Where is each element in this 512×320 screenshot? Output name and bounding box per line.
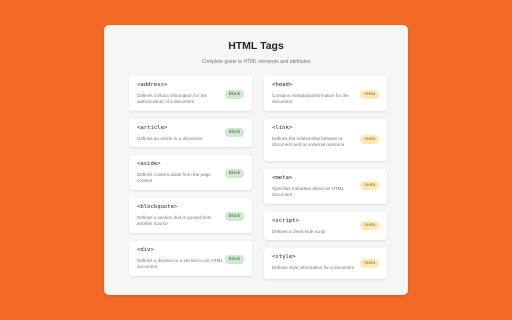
- tag-card-div[interactable]: <div> Defines a division or a section in…: [129, 241, 252, 276]
- tag-card-script[interactable]: <script> Defines a client-side script me…: [264, 212, 387, 240]
- tag-description: Defines a division or a section in an HT…: [137, 258, 223, 269]
- page-subtitle: Complete guide to HTML elements and attr…: [201, 59, 311, 65]
- tag-card-link[interactable]: <link> Defines the relationship between …: [264, 119, 387, 161]
- tag-description: Defines a client-side script: [272, 229, 326, 234]
- tag-description: Specifies metadata about an HTML documen…: [272, 186, 344, 197]
- tag-card-style[interactable]: <style> Defines style information for a …: [264, 248, 387, 279]
- tag-name: <address>: [137, 82, 168, 88]
- category-badge: block: [224, 128, 244, 137]
- page-title: HTML Tags: [228, 40, 284, 52]
- tag-name: <style>: [272, 254, 296, 260]
- tag-name: <div>: [137, 247, 154, 253]
- tag-card-meta[interactable]: <meta> Specifies metadata about an HTML …: [264, 169, 387, 204]
- category-badge: meta: [360, 90, 379, 99]
- tag-card-head[interactable]: <head> Contains metadata/information for…: [264, 76, 387, 111]
- tag-name: <script>: [272, 218, 299, 224]
- tag-name: <head>: [272, 82, 293, 88]
- tag-name: <article>: [137, 125, 168, 131]
- tag-description: Defines an article in a document: [137, 136, 203, 141]
- tag-card-article[interactable]: <article> Defines an article in a docume…: [129, 119, 252, 147]
- tag-description: Defines style information for a document: [272, 265, 355, 270]
- category-badge: meta: [360, 181, 379, 190]
- tag-card-blockquote[interactable]: <blockquote> Defines a section that is q…: [129, 198, 252, 233]
- tag-card-address[interactable]: <address> Defines contact information fo…: [129, 76, 252, 111]
- tags-panel: HTML Tags Complete guide to HTML element…: [104, 25, 408, 295]
- tag-description: Contains metadata/information for the do…: [272, 93, 349, 104]
- category-badge: meta: [360, 259, 379, 268]
- tag-description: Defines a section that is quoted from an…: [137, 215, 212, 226]
- category-badge: block: [224, 90, 244, 99]
- category-badge: meta: [360, 221, 379, 230]
- category-badge: block: [224, 169, 244, 178]
- tag-description: Defines contact information for the auth…: [137, 93, 207, 104]
- tag-name: <link>: [272, 125, 293, 131]
- category-badge: block: [224, 255, 244, 264]
- tag-card-aside[interactable]: <aside> Defines content aside from the p…: [129, 155, 252, 190]
- category-badge: meta: [360, 135, 379, 144]
- tag-name: <aside>: [137, 161, 161, 167]
- tag-description: Defines the relationship between a docum…: [272, 136, 345, 147]
- tag-name: <blockquote>: [137, 204, 178, 210]
- tag-description: Defines content aside from the page cont…: [137, 172, 211, 183]
- tag-name: <meta>: [272, 175, 293, 181]
- category-badge: block: [224, 212, 244, 221]
